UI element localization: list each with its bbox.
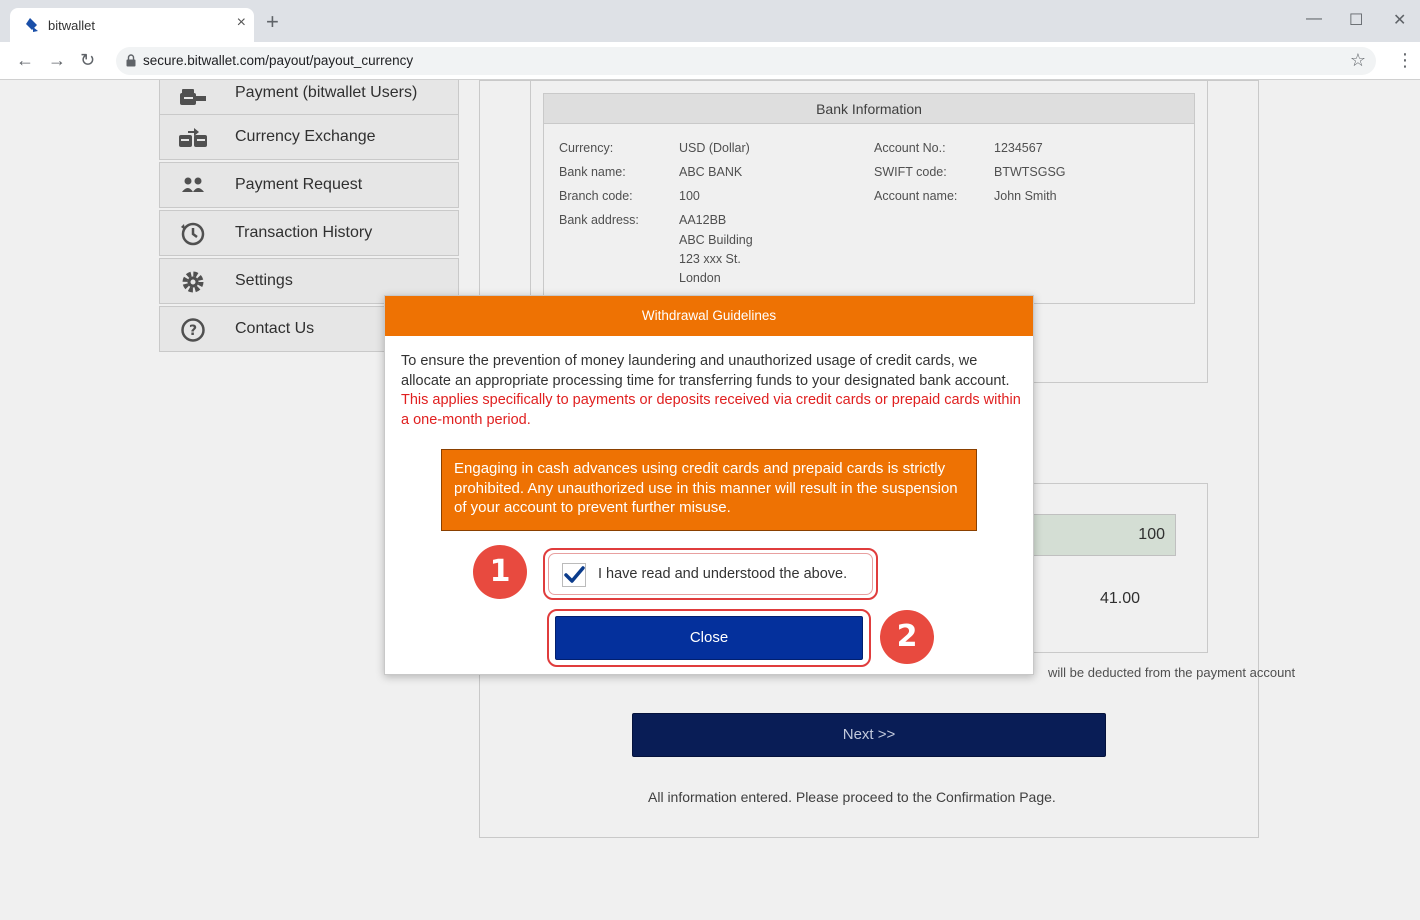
acknowledge-checkbox-row[interactable]: I have read and understood the above. — [548, 553, 873, 595]
forward-icon[interactable]: → — [48, 50, 66, 71]
tab-title: bitwallet — [48, 18, 95, 33]
back-icon[interactable]: ← — [16, 50, 34, 71]
prohibition-warning: Engaging in cash advances using credit c… — [441, 449, 977, 531]
step-2-badge: 2 — [880, 610, 934, 664]
withdrawal-guidelines-modal: Withdrawal Guidelines To ensure the prev… — [384, 295, 1034, 675]
browser-menu-icon[interactable]: ⋮ — [1396, 50, 1414, 71]
browser-tab-bar: bitwallet × + — ☐ ✕ — [0, 0, 1420, 42]
window-close-icon[interactable]: ✕ — [1393, 10, 1406, 30]
url-text: secure.bitwallet.com/payout/payout_curre… — [143, 53, 414, 68]
acknowledge-label: I have read and understood the above. — [598, 566, 848, 582]
checkbox-highlight: I have read and understood the above. — [543, 548, 878, 600]
modal-body-intro: To ensure the prevention of money launde… — [401, 353, 1010, 389]
bitwallet-logo-icon — [26, 18, 38, 32]
modal-body-text: To ensure the prevention of money launde… — [401, 352, 1021, 430]
maximize-icon[interactable]: ☐ — [1349, 10, 1363, 30]
close-button[interactable]: Close — [555, 616, 863, 660]
step-1-badge: 1 — [473, 545, 527, 599]
modal-title: Withdrawal Guidelines — [385, 296, 1033, 336]
minimize-icon[interactable]: — — [1306, 10, 1322, 28]
close-highlight: Close — [547, 609, 871, 667]
bookmark-star-icon[interactable]: ☆ — [1350, 50, 1366, 71]
browser-toolbar: ← → ↻ secure.bitwallet.com/payout/payout… — [0, 42, 1420, 80]
tab-close-icon[interactable]: × — [237, 14, 246, 32]
reload-icon[interactable]: ↻ — [80, 50, 95, 71]
browser-tab[interactable]: bitwallet × — [10, 8, 254, 42]
checkmark-icon — [564, 566, 585, 583]
modal-body-highlight: This applies specifically to payments or… — [401, 392, 1021, 428]
lock-icon — [126, 54, 136, 67]
new-tab-icon[interactable]: + — [266, 9, 279, 35]
acknowledge-checkbox[interactable] — [562, 563, 586, 587]
address-bar[interactable]: secure.bitwallet.com/payout/payout_curre… — [116, 47, 1376, 75]
